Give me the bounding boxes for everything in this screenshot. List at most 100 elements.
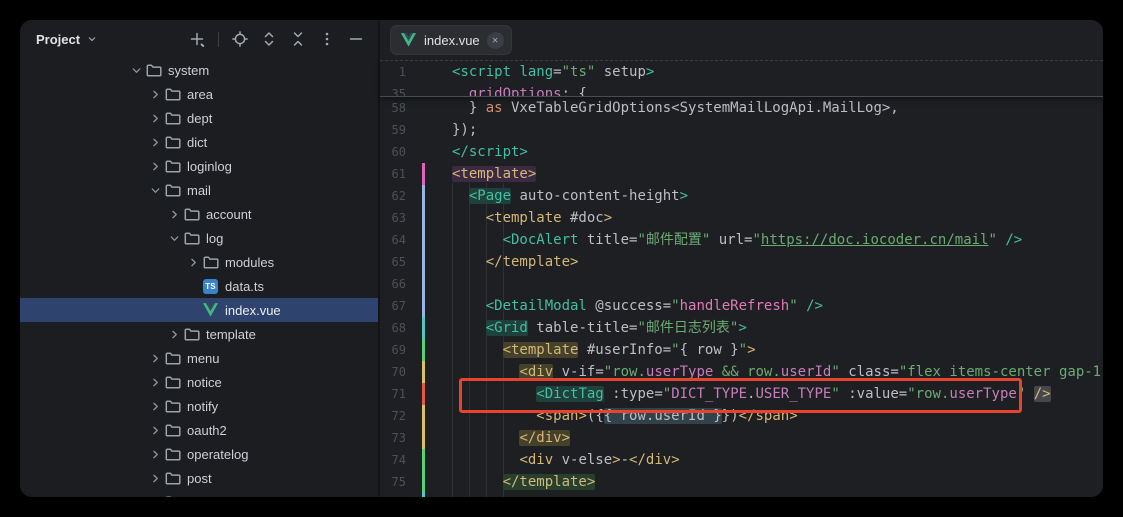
line-number: 61 [380, 163, 406, 185]
code-line-68[interactable]: 68 <Grid table-title="邮件日志列表"> [380, 317, 1103, 339]
code-line-76[interactable]: 76 <template #actions="{ row }"> [380, 493, 1103, 497]
chevron-right-icon[interactable] [146, 394, 165, 418]
tree-item-operatelog[interactable]: operatelog [20, 442, 378, 466]
chevron-right-icon[interactable] [146, 466, 165, 490]
code-token: </template> [486, 254, 579, 270]
expand-all-icon[interactable] [261, 31, 277, 47]
code-line-74[interactable]: 74 <div v-else>-</div> [380, 449, 1103, 471]
code-token: :value [840, 386, 899, 402]
code-text: <DictTag :type="DICT_TYPE.USER_TYPE" :va… [425, 383, 1051, 405]
code-token [452, 386, 536, 402]
chevron-right-icon[interactable] [165, 322, 184, 346]
tree-item-mail[interactable]: mail [20, 178, 378, 202]
code-token: && [713, 364, 747, 380]
tree-item-post[interactable]: post [20, 466, 378, 490]
code-line-35[interactable]: 35 gridOptions: { [380, 83, 1103, 97]
tree-item-account[interactable]: account [20, 202, 378, 226]
code-line-75[interactable]: 75 </template> [380, 471, 1103, 493]
add-icon[interactable] [189, 31, 205, 47]
tree-item-notify[interactable]: notify [20, 394, 378, 418]
code-token: : { [562, 86, 587, 97]
tree-item-dict[interactable]: dict [20, 130, 378, 154]
project-panel-title: Project [36, 32, 80, 47]
code-line-58[interactable]: 58 } as VxeTableGridOptions<SystemMailLo… [380, 97, 1103, 119]
tree-item-menu[interactable]: menu [20, 346, 378, 370]
code-token: <DictTag [536, 386, 603, 402]
chevron-right-icon[interactable] [146, 154, 165, 178]
tree-item-data.ts[interactable]: TSdata.ts [20, 274, 378, 298]
tree-item-label: loginlog [187, 159, 232, 174]
code-line-70[interactable]: 70 <div v-if="row.userType && row.userId… [380, 361, 1103, 383]
hide-icon[interactable] [348, 31, 364, 47]
chevron-right-icon[interactable] [146, 442, 165, 466]
code-line-65[interactable]: 65 </template> [380, 251, 1103, 273]
code-line-66[interactable]: 66 [380, 273, 1103, 295]
project-selector[interactable]: Project [36, 32, 99, 47]
code-line-60[interactable]: 60</script> [380, 141, 1103, 163]
code-token: auto-content-height [511, 188, 680, 204]
tree-item-area[interactable]: area [20, 82, 378, 106]
code-token: " [671, 342, 679, 358]
code-token: <Grid [486, 320, 528, 336]
tree-item-oauth2[interactable]: oauth2 [20, 418, 378, 442]
code-token: }); [452, 122, 477, 138]
chevron-right-icon[interactable] [146, 370, 165, 394]
code-lines: 58 } as VxeTableGridOptions<SystemMailLo… [380, 97, 1103, 497]
code-line-67[interactable]: 67 <DetailModal @success="handleRefresh"… [380, 295, 1103, 317]
code-token: <div [519, 452, 553, 468]
code-line-71[interactable]: 71 <DictTag :type="DICT_TYPE.USER_TYPE" … [380, 383, 1103, 405]
chevron-right-icon[interactable] [184, 250, 203, 274]
chevron-right-icon[interactable] [165, 202, 184, 226]
tree-item-modules[interactable]: modules [20, 250, 378, 274]
code-token: = [553, 64, 561, 80]
chevron-right-icon[interactable] [146, 346, 165, 370]
tree-item-notice[interactable]: notice [20, 370, 378, 394]
code-line-69[interactable]: 69 <template #userInfo="{ row }"> [380, 339, 1103, 361]
tree-item-dept[interactable]: dept [20, 106, 378, 130]
chevron-right-icon[interactable] [146, 418, 165, 442]
code-line-1[interactable]: 1<script lang="ts" setup> [380, 61, 1103, 83]
chevron-down-icon[interactable] [146, 178, 165, 202]
tree-item-loginlog[interactable]: loginlog [20, 154, 378, 178]
chevron-down-icon[interactable] [127, 58, 146, 82]
chevron-down-icon[interactable] [165, 226, 184, 250]
code-token: " [663, 496, 671, 497]
code-token: " [739, 342, 747, 358]
close-icon[interactable]: ✕ [487, 32, 504, 49]
locate-icon[interactable] [232, 31, 248, 47]
code-line-61[interactable]: 61<template> [380, 163, 1103, 185]
code-token: https://doc.iocoder.cn/mail [761, 232, 989, 248]
tree-item-label: data.ts [225, 279, 264, 294]
tree-item-template[interactable]: template [20, 322, 378, 346]
project-tree: system area deptdict loginlog mailaccountlog… [20, 58, 378, 497]
code-editor[interactable]: index.vue ✕ 1<script lang="ts" setup>35 … [380, 20, 1103, 497]
tree-item-label: menu [187, 351, 220, 366]
chevron-right-icon[interactable] [146, 82, 165, 106]
code-line-64[interactable]: 64 <DocAlert title="邮件配置" url="https://d… [380, 229, 1103, 251]
chevron-right-icon[interactable] [146, 106, 165, 130]
tree-item-index.vue[interactable]: index.vue [20, 298, 378, 322]
tree-item-system[interactable]: system [20, 58, 378, 82]
chevron-right-icon[interactable] [146, 490, 165, 497]
code-token: setup [595, 64, 646, 80]
collapse-all-icon[interactable] [290, 31, 306, 47]
code-line-63[interactable]: 63 <template #doc> [380, 207, 1103, 229]
tab-index-vue[interactable]: index.vue ✕ [390, 25, 512, 55]
code-text: }); [425, 119, 477, 141]
code-token: userId [781, 364, 832, 380]
code-line-62[interactable]: 62 <Page auto-content-height> [380, 185, 1103, 207]
code-token: > [680, 188, 688, 204]
code-line-73[interactable]: 73 </div> [380, 427, 1103, 449]
code-text: </template> [425, 471, 595, 493]
chevron-right-icon[interactable] [146, 130, 165, 154]
tree-item-label: notify [187, 399, 218, 414]
tree-item-clipped[interactable] [20, 490, 378, 497]
code-line-72[interactable]: 72 <span>({{ row.userId }})</span> [380, 405, 1103, 427]
code-line-59[interactable]: 59}); [380, 119, 1103, 141]
tree-item-log[interactable]: log [20, 226, 378, 250]
tree-item-label: area [187, 87, 213, 102]
code-token: > [739, 496, 747, 497]
more-icon[interactable] [319, 31, 335, 47]
code-token [452, 298, 486, 314]
code-token: > [604, 210, 612, 226]
